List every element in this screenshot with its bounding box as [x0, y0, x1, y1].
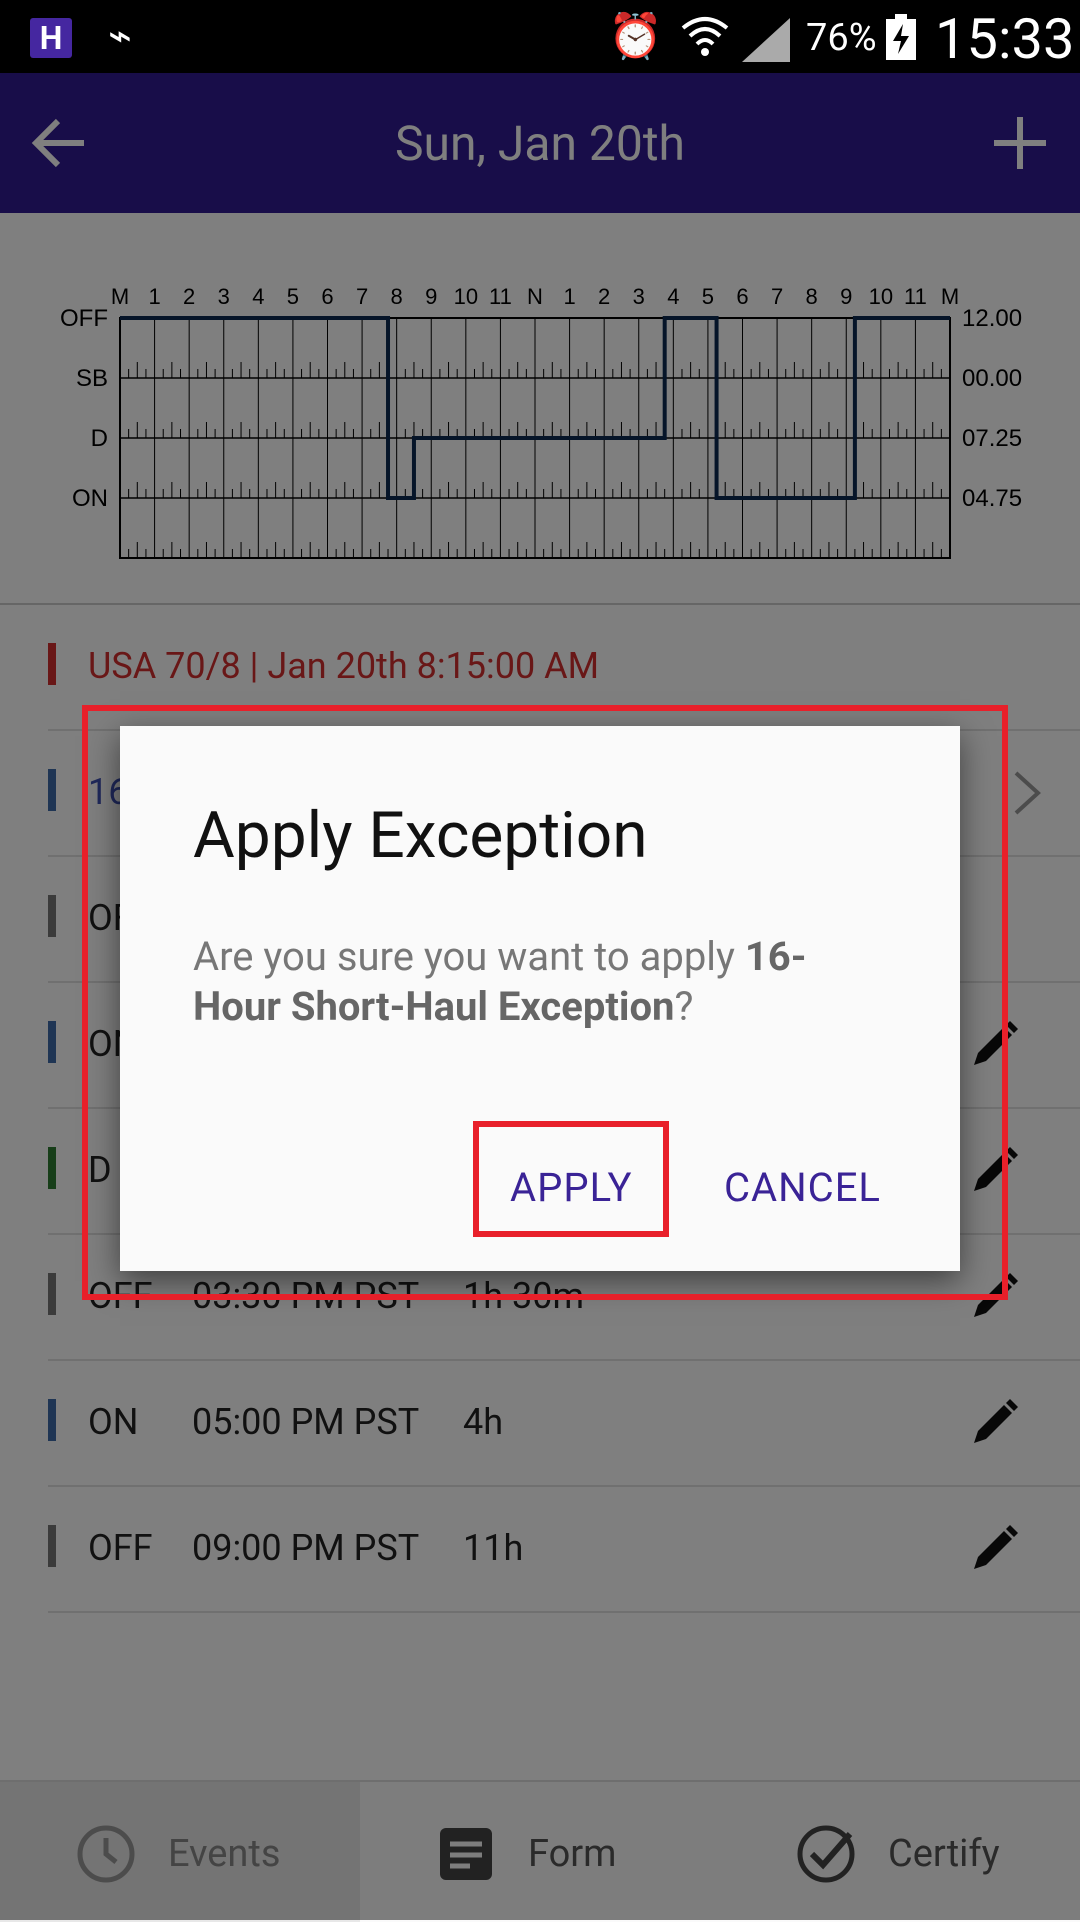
signal-icon — [742, 18, 790, 62]
wifi-icon — [681, 17, 729, 56]
apply-highlight-box — [473, 1121, 669, 1237]
battery-percent: 76% — [806, 16, 877, 60]
clock: 15:33 — [935, 6, 1075, 72]
alarm-icon: ⏰ — [608, 10, 663, 62]
usb-icon: ⌁ — [108, 12, 133, 59]
status-bar: H ⌁ ⏰ 76% 15:33 — [0, 0, 1080, 73]
app-notification-icon: H — [30, 18, 72, 58]
battery-charging-icon — [886, 14, 916, 60]
